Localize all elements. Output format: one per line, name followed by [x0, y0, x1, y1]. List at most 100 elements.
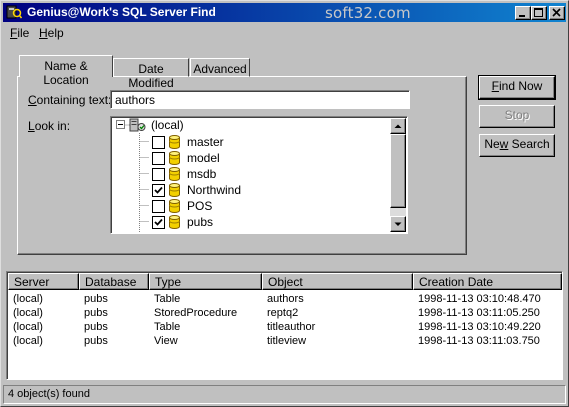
cell-database: pubs — [84, 293, 108, 305]
column-header-object[interactable]: Object — [262, 273, 413, 290]
cell-database: pubs — [84, 307, 108, 319]
column-header-creation-date[interactable]: Creation Date — [413, 273, 562, 290]
tree-item-msdb[interactable]: msdb — [111, 166, 381, 182]
checkmark-icon — [154, 218, 163, 226]
tree-item-label: model — [187, 151, 220, 165]
cell-type: Table — [154, 293, 181, 305]
tab-advanced[interactable]: Advanced — [190, 58, 250, 77]
find-now-label: ind Now — [498, 79, 543, 93]
new-search-label-pre: Ne — [484, 137, 500, 151]
look-in-accel: L — [28, 119, 35, 133]
tree-item-label: pubs — [187, 215, 214, 229]
find-now-accel: F — [491, 79, 499, 93]
tree-item-pos[interactable]: POS — [111, 198, 381, 214]
collapse-icon[interactable] — [116, 120, 125, 129]
cell-object: reptq2 — [267, 307, 299, 319]
status-bar: 4 object(s) found — [3, 385, 566, 404]
tree-item-master[interactable]: master — [111, 134, 381, 150]
tab-name-location[interactable]: Name & Location — [19, 55, 113, 87]
close-button[interactable] — [549, 6, 565, 20]
minimize-icon — [519, 15, 525, 17]
minimize-button[interactable] — [515, 6, 531, 20]
database-icon — [169, 135, 180, 149]
checkbox-northwind[interactable] — [152, 184, 165, 197]
table-row[interactable]: (local) pubs View titleview 1998-11-13 03:11… — [7, 334, 560, 348]
cell-type: StoredProcedure — [154, 307, 238, 319]
tree-item-northwind[interactable]: Northwind — [111, 182, 381, 198]
cell-server: (local) — [13, 293, 43, 305]
database-icon — [169, 167, 180, 181]
cell-object: authors — [267, 293, 304, 305]
new-search-button[interactable]: New Search — [479, 134, 555, 157]
cell-database: pubs — [84, 321, 108, 333]
scroll-up-button[interactable] — [390, 118, 406, 134]
watermark-text: soft32.com — [325, 4, 411, 22]
close-icon — [552, 8, 561, 17]
tab-date-modified[interactable]: Date Modified — [113, 58, 189, 90]
tree-root-label[interactable]: (local) — [151, 118, 184, 134]
cell-type: View — [154, 335, 178, 347]
window-title: Genius@Work's SQL Server Find — [27, 5, 216, 19]
title-bar[interactable]: Genius@Work's SQL Server Find soft32.com — [3, 3, 566, 22]
cell-creation-date: 1998-11-13 03:11:03.750 — [418, 335, 540, 347]
checkbox-pos[interactable] — [152, 200, 165, 213]
column-header-type[interactable]: Type — [149, 273, 262, 290]
maximize-button[interactable] — [531, 6, 547, 20]
containing-text-input[interactable] — [110, 90, 410, 109]
column-header-database[interactable]: Database — [79, 273, 149, 290]
cell-creation-date: 1998-11-13 03:10:48.470 — [418, 293, 541, 305]
database-icon — [169, 151, 180, 165]
containing-text-accel: C — [28, 93, 37, 107]
menu-help[interactable]: Help — [39, 26, 64, 40]
scroll-thumb[interactable] — [390, 134, 406, 208]
checkbox-msdb[interactable] — [152, 168, 165, 181]
cell-object: titleauthor — [267, 321, 316, 333]
tree-scrollbar[interactable] — [390, 118, 406, 232]
column-header-server[interactable]: Server — [8, 273, 79, 290]
checkbox-model[interactable] — [152, 152, 165, 165]
cell-database: pubs — [84, 335, 108, 347]
cell-server: (local) — [13, 321, 43, 333]
cell-server: (local) — [13, 335, 43, 347]
checkmark-icon — [154, 186, 163, 194]
arrow-up-icon — [394, 124, 402, 128]
find-now-button[interactable]: Find Now — [478, 75, 556, 100]
results-list[interactable]: Server Database Type Object Creation Dat… — [6, 271, 563, 380]
cell-creation-date: 1998-11-13 03:11:05.250 — [418, 307, 540, 319]
app-icon — [6, 5, 22, 19]
database-icon — [169, 215, 180, 229]
database-icon — [169, 183, 180, 197]
arrow-down-icon — [394, 222, 402, 226]
menu-file[interactable]: File — [10, 26, 29, 40]
tree-item-model[interactable]: model — [111, 150, 381, 166]
new-search-label-rest: Search — [508, 137, 550, 151]
table-row[interactable]: (local) pubs Table authors 1998-11-13 03:10:… — [7, 292, 560, 306]
scroll-down-button[interactable] — [390, 216, 406, 232]
look-in-label: Look in: — [28, 119, 70, 133]
menu-help-accel: H — [39, 26, 48, 40]
cell-creation-date: 1998-11-13 03:10:49.220 — [418, 321, 541, 333]
database-icon — [169, 199, 180, 213]
menu-help-label: elp — [47, 26, 64, 40]
checkbox-master[interactable] — [152, 136, 165, 149]
maximize-icon — [534, 8, 543, 17]
containing-text-label: Containing text: — [28, 93, 111, 107]
menu-file-label: ile — [17, 26, 30, 40]
status-text: 4 object(s) found — [8, 388, 90, 400]
tree-item-pubs[interactable]: pubs — [111, 214, 381, 230]
tab-name-location-label: Name & Location — [43, 59, 89, 87]
tree-item-label: POS — [187, 199, 213, 213]
server-icon — [129, 118, 146, 132]
look-in-tree[interactable]: (local) master model msdb Northwind POS pubs — [110, 116, 408, 234]
menu-bar: File Help — [3, 24, 566, 42]
checkbox-pubs[interactable] — [152, 216, 165, 229]
cell-server: (local) — [13, 307, 43, 319]
stop-button[interactable]: Stop — [479, 105, 555, 128]
tree-item-label: Northwind — [187, 183, 242, 197]
tab-date-modified-label: Date Modified — [128, 62, 174, 90]
app-window: Genius@Work's SQL Server Find soft32.com… — [0, 0, 569, 407]
table-row[interactable]: (local) pubs StoredProcedure reptq2 1998-11-… — [7, 306, 560, 320]
look-in-label-rest: ook in: — [34, 119, 71, 133]
table-row[interactable]: (local) pubs Table titleauthor 1998-11-13 03… — [7, 320, 560, 334]
tab-advanced-label: Advanced — [193, 62, 247, 76]
